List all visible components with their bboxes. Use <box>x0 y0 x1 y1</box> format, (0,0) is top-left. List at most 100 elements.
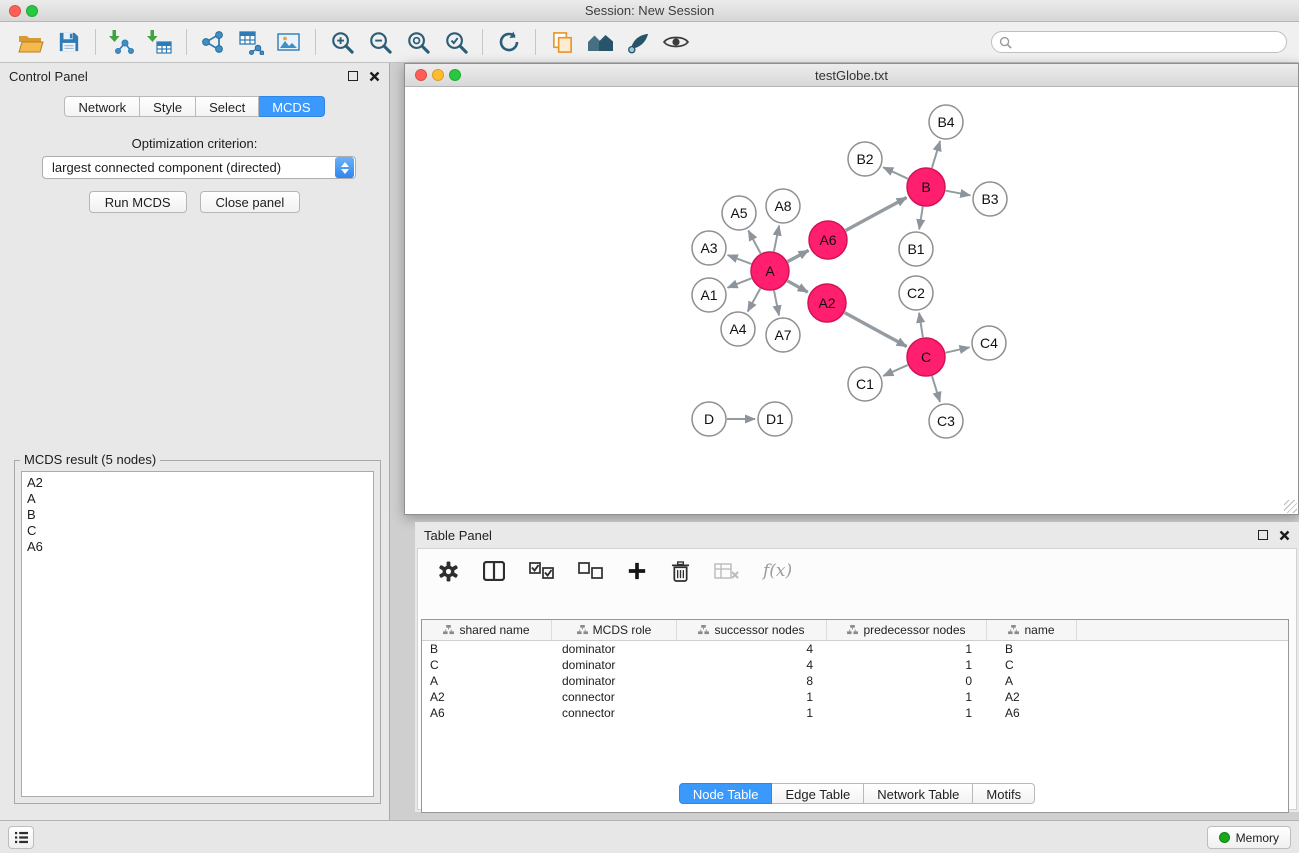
function-builder-button[interactable]: f(x) <box>763 561 792 581</box>
tab-edge-table[interactable]: Edge Table <box>772 783 864 804</box>
close-panel-icon[interactable] <box>369 71 380 82</box>
tab-select[interactable]: Select <box>196 96 259 117</box>
mcds-result-item[interactable]: A2 <box>22 475 373 491</box>
mcds-result-list[interactable]: A2ABCA6 <box>21 471 374 797</box>
close-panel-button[interactable]: Close panel <box>200 191 301 213</box>
column-header-name[interactable]: name <box>987 620 1077 640</box>
column-header-shared-name[interactable]: shared name <box>422 620 552 640</box>
graph-node[interactable]: C3 <box>929 404 963 438</box>
graph-edge[interactable] <box>883 167 908 178</box>
delete-column-button[interactable] <box>671 561 690 582</box>
float-panel-icon[interactable] <box>348 71 358 81</box>
network-window-titlebar[interactable]: testGlobe.txt <box>405 64 1298 87</box>
close-table-panel-icon[interactable] <box>1279 530 1290 541</box>
table-row[interactable]: A2connector11A2 <box>422 689 1288 705</box>
graph-node[interactable]: B1 <box>899 232 933 266</box>
app-titlebar[interactable]: Session: New Session <box>0 0 1299 22</box>
zoom-window-light[interactable] <box>26 5 38 17</box>
tab-mcds[interactable]: MCDS <box>259 96 324 117</box>
graph-node[interactable]: D <box>692 402 726 436</box>
mcds-result-item[interactable]: C <box>22 523 373 539</box>
deselect-all-rows-button[interactable] <box>578 562 603 580</box>
mcds-result-item[interactable]: A6 <box>22 539 373 555</box>
zoom-in-button[interactable] <box>323 26 361 58</box>
network-zoom-light[interactable] <box>449 69 461 81</box>
graph-node[interactable]: A8 <box>766 189 800 223</box>
mcds-result-item[interactable]: B <box>22 507 373 523</box>
graph-node[interactable]: C1 <box>848 367 882 401</box>
home-button[interactable] <box>581 26 619 58</box>
graph-node[interactable]: A4 <box>721 312 755 346</box>
graph-node[interactable]: D1 <box>758 402 792 436</box>
task-history-button[interactable] <box>8 826 34 849</box>
graph-node[interactable]: C <box>907 338 945 376</box>
table-row[interactable]: A6connector11A6 <box>422 705 1288 721</box>
column-header-mcds-role[interactable]: MCDS role <box>552 620 677 640</box>
export-image-button[interactable] <box>270 26 308 58</box>
search-input[interactable] <box>1016 35 1279 49</box>
graph-edge[interactable] <box>774 291 779 316</box>
tab-network[interactable]: Network <box>64 96 140 117</box>
graph-edge[interactable] <box>932 376 940 402</box>
zoom-out-button[interactable] <box>361 26 399 58</box>
graph-node[interactable]: A1 <box>692 278 726 312</box>
new-network-button[interactable] <box>194 26 232 58</box>
graph-node[interactable]: A <box>751 252 789 290</box>
graph-edge[interactable] <box>748 289 761 312</box>
save-session-button[interactable] <box>50 26 88 58</box>
graph-node[interactable]: B <box>907 168 945 206</box>
graph-edge[interactable] <box>946 191 971 196</box>
column-header-predecessor-nodes[interactable]: predecessor nodes <box>827 620 987 640</box>
tab-network-table[interactable]: Network Table <box>864 783 973 804</box>
network-canvas[interactable]: B4B2BB3A5A8A6A3B1AC2A1A2A4A7C4CC1C3DD1 <box>405 88 1298 514</box>
graph-edge[interactable] <box>748 231 760 254</box>
run-mcds-button[interactable]: Run MCDS <box>89 191 187 213</box>
search-box[interactable] <box>991 31 1287 53</box>
graph-node[interactable]: B4 <box>929 105 963 139</box>
create-column-button[interactable] <box>627 561 647 581</box>
graph-edge[interactable] <box>774 226 779 252</box>
float-table-panel-icon[interactable] <box>1258 530 1268 540</box>
window-resize-grip[interactable] <box>1284 500 1297 513</box>
memory-button[interactable]: Memory <box>1207 826 1291 849</box>
graph-edge[interactable] <box>787 281 807 292</box>
network-graph[interactable]: B4B2BB3A5A8A6A3B1AC2A1A2A4A7C4CC1C3DD1 <box>405 88 1298 514</box>
graph-node[interactable]: A7 <box>766 318 800 352</box>
table-row[interactable]: Bdominator41B <box>422 641 1288 657</box>
graph-edge[interactable] <box>788 250 809 261</box>
graph-edge[interactable] <box>883 365 907 376</box>
first-neighbors-button[interactable] <box>543 26 581 58</box>
network-minimize-light[interactable] <box>432 69 444 81</box>
mcds-result-item[interactable]: A <box>22 491 373 507</box>
import-network-button[interactable] <box>103 26 141 58</box>
graph-edge[interactable] <box>946 347 970 352</box>
graph-node[interactable]: B2 <box>848 142 882 176</box>
new-table-button[interactable] <box>232 26 270 58</box>
table-settings-button[interactable] <box>438 561 459 582</box>
table-row[interactable]: Cdominator41C <box>422 657 1288 673</box>
graph-edge[interactable] <box>919 207 923 230</box>
graph-edge[interactable] <box>932 141 940 168</box>
graph-node[interactable]: A2 <box>808 284 846 322</box>
close-window-light[interactable] <box>9 5 21 17</box>
graph-edge[interactable] <box>728 255 752 264</box>
delete-table-button[interactable] <box>714 562 739 580</box>
open-session-button[interactable] <box>12 26 50 58</box>
apply-layout-button[interactable] <box>490 26 528 58</box>
column-browser-button[interactable] <box>483 561 505 581</box>
zoom-fit-button[interactable] <box>399 26 437 58</box>
table-row[interactable]: Adominator80A <box>422 673 1288 689</box>
graph-node[interactable]: B3 <box>973 182 1007 216</box>
show-hide-graphics-button[interactable] <box>657 26 695 58</box>
zoom-selected-button[interactable] <box>437 26 475 58</box>
network-close-light[interactable] <box>415 69 427 81</box>
graph-node[interactable]: A3 <box>692 231 726 265</box>
network-view-window[interactable]: testGlobe.txt B4B2BB3A5A8A6A3B1AC2A1A2A4… <box>404 63 1299 515</box>
graph-edge[interactable] <box>846 198 907 231</box>
tab-node-table[interactable]: Node Table <box>679 783 773 804</box>
style-button[interactable] <box>619 26 657 58</box>
graph-edge[interactable] <box>728 278 752 287</box>
graph-node[interactable]: A5 <box>722 196 756 230</box>
graph-node[interactable]: C4 <box>972 326 1006 360</box>
graph-node[interactable]: C2 <box>899 276 933 310</box>
